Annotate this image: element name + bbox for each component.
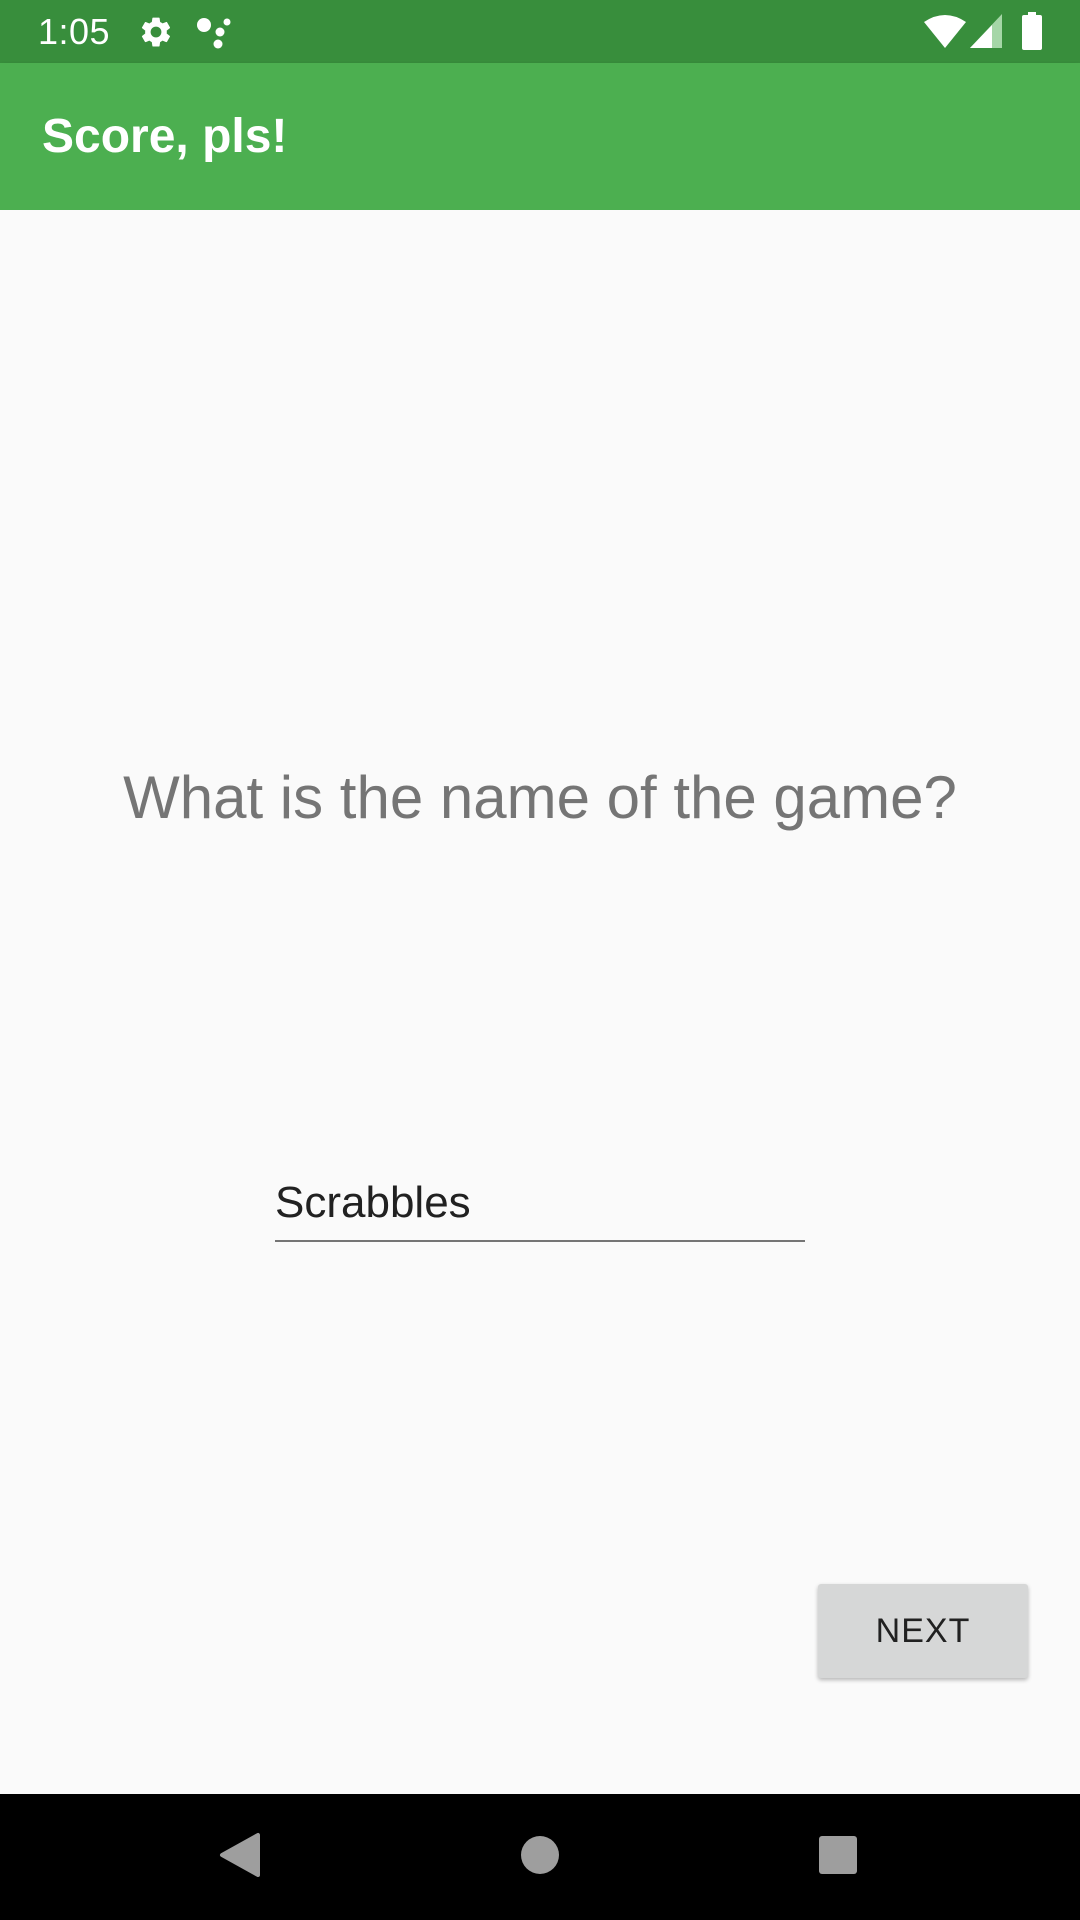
assistant-dots-icon <box>196 16 232 55</box>
game-name-input[interactable] <box>275 1170 805 1242</box>
battery-icon <box>1022 12 1042 55</box>
recents-button[interactable] <box>798 1817 878 1897</box>
wifi-icon <box>924 14 966 53</box>
home-icon <box>520 1835 560 1880</box>
app-bar: Score, pls! <box>0 63 1080 210</box>
status-time: 1:05 <box>38 11 111 52</box>
app-title: Score, pls! <box>42 110 288 163</box>
nav-bar <box>0 1794 1080 1920</box>
gear-icon <box>138 14 174 55</box>
back-button[interactable] <box>200 1817 280 1897</box>
main-content <box>0 210 1080 1794</box>
cell-signal-icon <box>970 14 1002 53</box>
back-icon <box>218 1831 262 1884</box>
recents-icon <box>818 1835 858 1880</box>
home-button[interactable] <box>500 1817 580 1897</box>
status-bar: 1:05 <box>0 0 1080 63</box>
question-text: What is the name of the game? <box>123 764 957 831</box>
next-button[interactable]: NEXT <box>818 1584 1028 1678</box>
